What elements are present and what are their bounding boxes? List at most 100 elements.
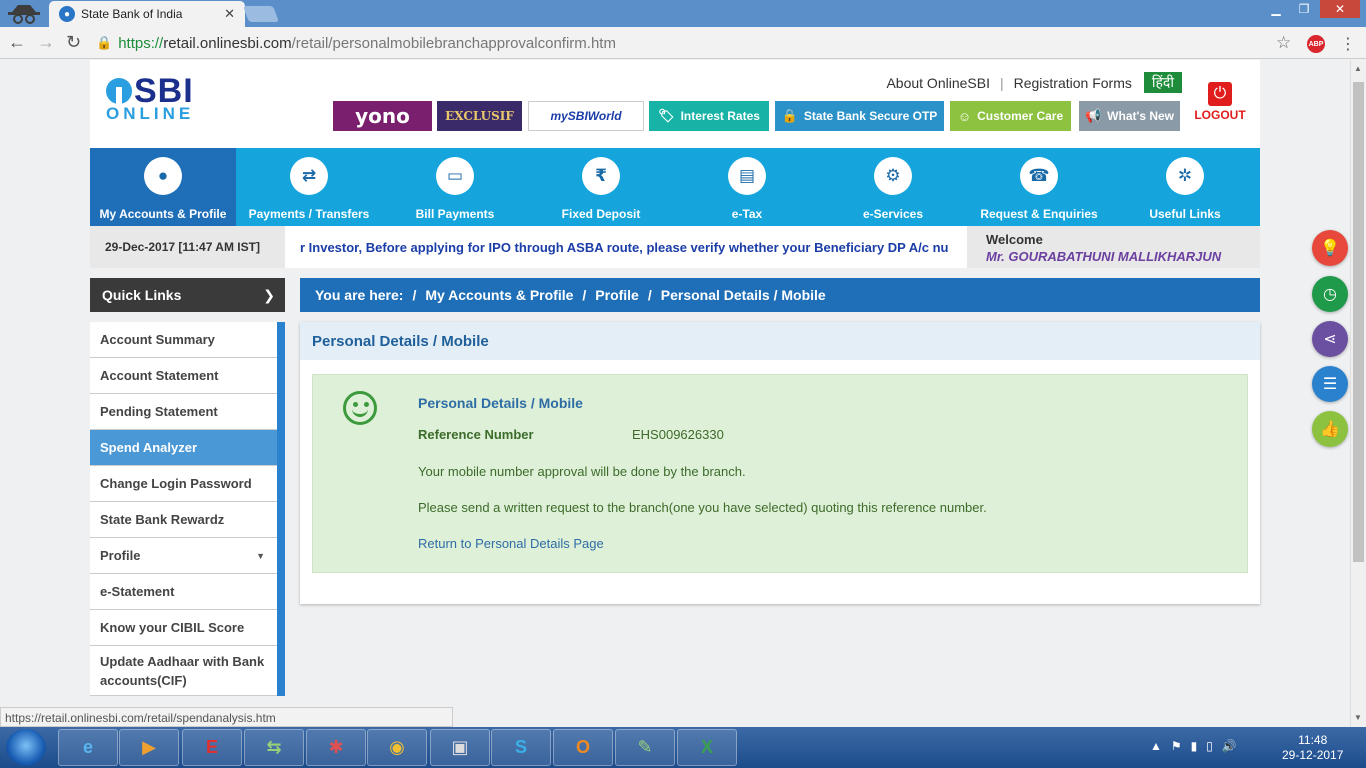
registration-forms-link[interactable]: Registration Forms <box>1014 75 1132 91</box>
scroll-up-icon[interactable]: ▲ <box>1354 64 1362 73</box>
close-tab-icon[interactable]: ✕ <box>224 6 235 22</box>
quick-link-profile[interactable]: Profile ▼ <box>90 538 277 574</box>
close-window-button[interactable]: ✕ <box>1320 0 1360 18</box>
volume-icon[interactable]: 🔊 <box>1222 739 1237 753</box>
sbi-favicon-icon: ● <box>59 6 75 22</box>
breadcrumb-profile[interactable]: Profile <box>595 287 639 303</box>
bill-icon: ▭ <box>436 157 474 195</box>
reference-number-label: Reference Number <box>418 427 534 442</box>
nav-my-accounts[interactable]: ● My Accounts & Profile <box>90 148 236 226</box>
quick-link-rewardz[interactable]: State Bank Rewardz <box>90 502 277 538</box>
tools-icon[interactable]: ✱ <box>306 729 366 766</box>
breadcrumb-current: Personal Details / Mobile <box>660 287 826 303</box>
interest-rates-button[interactable]: 🏷 Interest Rates <box>649 101 769 131</box>
logout-button[interactable]: ⏻ LOGOUT <box>1194 82 1246 122</box>
app-e-icon[interactable]: E <box>182 729 242 766</box>
whats-new-button[interactable]: 📢 What's New <box>1079 101 1180 131</box>
incognito-icon <box>8 5 40 24</box>
nav-label: Payments / Transfers <box>248 207 370 221</box>
site-header: SBI ONLINE About OnlineSBI | Registratio… <box>90 60 1260 148</box>
address-input[interactable]: 🔒 https://retail.onlinesbi.com/retail/pe… <box>96 31 1302 55</box>
minimize-button[interactable]: ▁ <box>1262 0 1290 18</box>
adblock-icon[interactable]: ABP <box>1307 35 1325 53</box>
nav-label: e-Services <box>862 207 924 221</box>
nav-bill-payments[interactable]: ▭ Bill Payments <box>382 148 528 226</box>
tab-title: State Bank of India <box>81 7 183 21</box>
new-tab-button[interactable] <box>243 6 279 22</box>
secure-otp-button[interactable]: 🔒 State Bank Secure OTP <box>775 101 944 131</box>
bookmark-star-icon[interactable]: ☆ <box>1276 33 1291 53</box>
nav-payments-transfers[interactable]: ⇄ Payments / Transfers <box>236 148 382 226</box>
quick-link-spend-analyzer[interactable]: Spend Analyzer <box>90 430 277 466</box>
computer-icon[interactable]: ▣ <box>430 729 490 766</box>
quick-link-update-aadhaar[interactable]: Update Aadhaar with Bank accounts(CIF) <box>90 646 277 696</box>
approval-message: Your mobile number approval will be done… <box>418 464 746 479</box>
about-onlinesbi-link[interactable]: About OnlineSBI <box>886 75 990 91</box>
history-icon[interactable]: ◷ <box>1312 276 1348 312</box>
breadcrumb-separator: / <box>582 287 587 303</box>
breadcrumb-my-accounts[interactable]: My Accounts & Profile <box>425 287 573 303</box>
exclusif-banner[interactable]: EXCLUSIF <box>437 101 522 131</box>
quick-link-account-statement[interactable]: Account Statement <box>90 358 277 394</box>
skype-icon[interactable]: S <box>491 729 551 766</box>
logo-online-text: ONLINE <box>106 104 195 123</box>
yono-banner[interactable]: yono <box>333 101 432 131</box>
quick-link-change-password[interactable]: Change Login Password <box>90 466 277 502</box>
ie-icon[interactable]: e <box>58 729 118 766</box>
signal-icon[interactable]: ▮ <box>1191 739 1198 753</box>
quick-link-pending-statement[interactable]: Pending Statement <box>90 394 277 430</box>
clock[interactable]: 11:48 29-12-2017 <box>1282 733 1343 763</box>
customer-care-button[interactable]: ☺ Customer Care <box>950 101 1071 131</box>
media-player-icon[interactable]: ▶ <box>119 729 179 766</box>
windows-taskbar: e ▶ E ⇆ ✱ ◉ ▣ S O ✎ X ▲ ⚑ ▮ ▯ 🔊 11:48 29… <box>0 727 1366 768</box>
power-icon: ⏻ <box>1208 82 1232 106</box>
quick-links-header[interactable]: Quick Links ❯ <box>90 278 285 312</box>
network-tool-icon[interactable]: ⇆ <box>244 729 304 766</box>
scroll-thumb[interactable] <box>1353 82 1364 562</box>
browser-menu-icon[interactable]: ⋮ <box>1340 34 1356 54</box>
scroll-down-icon[interactable]: ▼ <box>1354 713 1362 722</box>
excel-icon[interactable]: X <box>677 729 737 766</box>
sbi-logo[interactable]: SBI ONLINE <box>106 74 194 124</box>
nav-e-tax[interactable]: ▤ e-Tax <box>674 148 820 226</box>
separator: | <box>999 74 1004 91</box>
chevron-right-icon: ❯ <box>263 286 275 303</box>
megaphone-icon: 📢 <box>1084 108 1102 123</box>
battery-icon[interactable]: ▯ <box>1206 739 1213 753</box>
tray-expand-icon[interactable]: ▲ <box>1150 739 1162 753</box>
profile-list-icon[interactable]: ☰ <box>1312 366 1348 402</box>
start-button[interactable] <box>6 729 46 766</box>
forward-icon[interactable]: → <box>37 32 55 53</box>
bulb-icon[interactable]: 💡 <box>1312 230 1348 266</box>
back-icon[interactable]: ← <box>8 32 26 53</box>
sbiworld-banner[interactable]: mySBIWorld <box>528 101 644 131</box>
nav-fixed-deposit[interactable]: ₹ Fixed Deposit <box>528 148 674 226</box>
tab-state-bank[interactable]: ● State Bank of India ✕ <box>49 1 245 27</box>
chrome-icon[interactable]: ◉ <box>367 729 427 766</box>
whats-new-label: What's New <box>1107 109 1175 123</box>
user-name: Mr. GOURABATHUNI MALLIKHARJUN <box>986 249 1222 264</box>
quick-link-cibil-score[interactable]: Know your CIBIL Score <box>90 610 277 646</box>
page-scrollbar[interactable]: ▲ ▼ <box>1350 60 1366 727</box>
phone-icon: ☎ <box>1020 157 1058 195</box>
nav-e-services[interactable]: ⚙ e-Services <box>820 148 966 226</box>
nav-useful-links[interactable]: ✲ Useful Links <box>1112 148 1258 226</box>
outlook-icon[interactable]: O <box>553 729 613 766</box>
quick-links-list: Account Summary Account Statement Pendin… <box>90 322 285 696</box>
news-ticker[interactable]: r Investor, Before applying for IPO thro… <box>285 226 967 268</box>
reload-icon[interactable]: ↻ <box>66 32 81 53</box>
maximize-button[interactable]: ❐ <box>1290 0 1318 18</box>
flag-icon[interactable]: ⚑ <box>1171 739 1182 753</box>
hindi-language-button[interactable]: हिंदी <box>1143 72 1182 93</box>
nav-request-enquiries[interactable]: ☎ Request & Enquiries <box>966 148 1112 226</box>
return-link[interactable]: Return to Personal Details Page <box>418 536 604 551</box>
share-icon[interactable]: ⋖ <box>1312 321 1348 357</box>
services-icon: ⚙ <box>874 157 912 195</box>
thumbs-up-icon[interactable]: 👍 <box>1312 411 1348 447</box>
nav-label: Useful Links <box>1149 207 1221 221</box>
quick-link-account-summary[interactable]: Account Summary <box>90 322 277 358</box>
nav-label: My Accounts & Profile <box>99 207 227 221</box>
notepad-icon[interactable]: ✎ <box>615 729 675 766</box>
quick-link-e-statement[interactable]: e-Statement <box>90 574 277 610</box>
customer-care-label: Customer Care <box>977 109 1064 123</box>
